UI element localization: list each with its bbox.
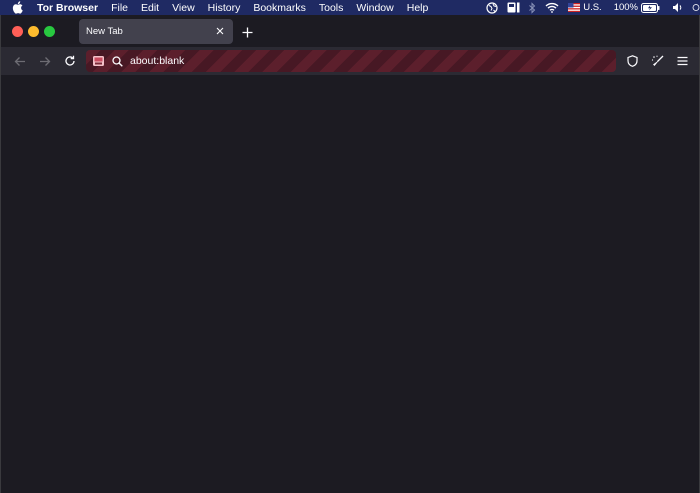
menu-bookmarks[interactable]: Bookmarks xyxy=(253,2,306,14)
tab-new-tab[interactable]: New Tab xyxy=(79,19,233,44)
bluetooth-icon[interactable] xyxy=(529,1,536,14)
globe-icon[interactable] xyxy=(486,1,498,14)
menu-edit[interactable]: Edit xyxy=(141,2,159,14)
macos-menubar: Tor Browser File Edit View History Bookm… xyxy=(0,0,700,15)
browser-window: New Tab about:blank xyxy=(0,15,700,493)
tor-circuit-broom-icon[interactable] xyxy=(649,53,665,69)
new-tab-plus-icon[interactable] xyxy=(239,24,255,40)
input-source-label[interactable]: U.S. xyxy=(583,2,601,13)
menu-file[interactable]: File xyxy=(111,2,128,14)
tab-strip: New Tab xyxy=(1,15,699,47)
battery-percent[interactable]: 100% xyxy=(614,2,638,13)
menu-window[interactable]: Window xyxy=(356,2,393,14)
reload-icon[interactable] xyxy=(62,53,78,69)
menubar-status-area: U.S. 100% xyxy=(477,0,700,15)
private-browsing-icon[interactable] xyxy=(92,55,105,68)
tab-close-icon[interactable] xyxy=(213,24,227,38)
forward-arrow-icon[interactable] xyxy=(37,53,53,69)
back-arrow-icon[interactable] xyxy=(12,53,28,69)
window-close-button[interactable] xyxy=(12,26,23,37)
window-minimize-button[interactable] xyxy=(28,26,39,37)
url-bar[interactable]: about:blank xyxy=(86,50,616,72)
menu-help[interactable]: Help xyxy=(407,2,429,14)
tab-title: New Tab xyxy=(86,26,123,37)
volume-icon[interactable] xyxy=(672,2,684,13)
url-input[interactable]: about:blank xyxy=(130,55,184,67)
page-content-area[interactable] xyxy=(1,75,699,493)
menu-view[interactable]: View xyxy=(172,2,195,14)
menu-history[interactable]: History xyxy=(208,2,241,14)
menu-app-name[interactable]: Tor Browser xyxy=(37,2,98,14)
menu-tools[interactable]: Tools xyxy=(319,2,344,14)
hamburger-menu-icon[interactable] xyxy=(674,53,690,69)
window-controls xyxy=(12,26,60,37)
battery-charging-icon[interactable] xyxy=(641,2,660,13)
search-icon xyxy=(111,55,123,67)
clipped-status-icon[interactable] xyxy=(692,2,700,13)
window-zoom-button[interactable] xyxy=(44,26,55,37)
wifi-icon[interactable] xyxy=(545,2,559,13)
navigation-toolbar: about:blank xyxy=(1,47,699,75)
us-flag-icon[interactable] xyxy=(568,3,581,12)
shield-icon[interactable] xyxy=(624,53,640,69)
display-mirror-icon[interactable] xyxy=(507,2,520,13)
apple-logo-icon[interactable] xyxy=(12,1,26,15)
